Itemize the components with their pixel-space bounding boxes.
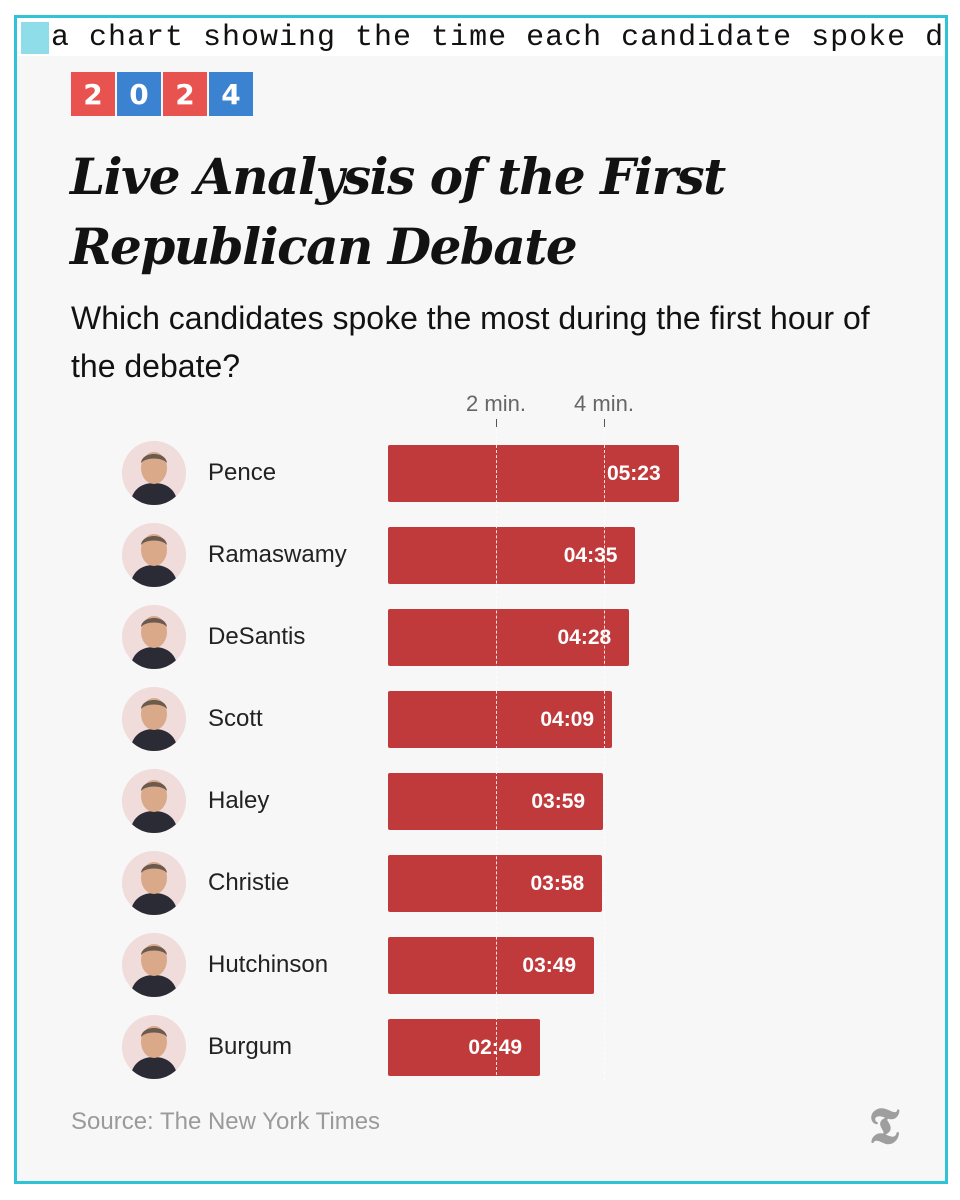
year-badge: 2 0 2 4 [71, 72, 253, 116]
bar-value-label: 04:35 [563, 544, 618, 567]
bar-value-label: 03:59 [531, 790, 586, 813]
bar-value-label: 03:49 [522, 954, 577, 977]
candidate-name: Scott [208, 705, 263, 732]
candidate-avatar [122, 687, 186, 751]
candidate-avatar [122, 605, 186, 669]
bar-value-label: 03:58 [530, 872, 585, 895]
bar-value-label: 05:23 [606, 462, 661, 485]
badge-digit: 2 [161, 72, 207, 116]
candidate-avatar [122, 523, 186, 587]
candidate-avatar [122, 851, 186, 915]
candidate-name: Christie [208, 869, 290, 896]
badge-digit: 4 [207, 72, 253, 116]
bar-value-label: 04:28 [557, 626, 612, 649]
candidate-avatar [122, 441, 186, 505]
candidate-name: Burgum [208, 1033, 293, 1060]
page-title: Live Analysis of the First Republican De… [70, 147, 726, 276]
bar-value-label: 04:09 [540, 708, 595, 731]
candidate-name: Haley [208, 787, 270, 814]
axis-tick-label: 4 min. [574, 391, 634, 416]
axis-tick-mark [604, 419, 605, 427]
nyt-t-logo-icon: 𝕿 [868, 1096, 900, 1155]
chart-subtitle: Which candidates spoke the most during t… [71, 300, 870, 384]
candidate-name: Pence [208, 459, 277, 486]
candidate-name: Hutchinson [208, 951, 329, 978]
caption-marker [21, 22, 49, 54]
candidate-avatar [122, 1015, 186, 1079]
badge-digit: 0 [115, 72, 161, 116]
gridline [604, 430, 605, 1080]
badge-digit: 2 [71, 72, 115, 116]
caption-strip: a chart showing the time each candidate … [17, 18, 945, 56]
gridline [496, 430, 497, 1080]
candidate-name: Ramaswamy [208, 541, 347, 568]
candidate-name: DeSantis [208, 623, 306, 650]
bar-value-label: 02:49 [468, 1036, 523, 1059]
candidate-avatar [122, 933, 186, 997]
source-note: Source: The New York Times [71, 1108, 381, 1135]
candidate-avatar [122, 769, 186, 833]
caption-text: a chart showing the time each candidate … [51, 21, 945, 55]
axis-tick-mark [496, 419, 497, 427]
axis-tick-label: 2 min. [466, 391, 526, 416]
